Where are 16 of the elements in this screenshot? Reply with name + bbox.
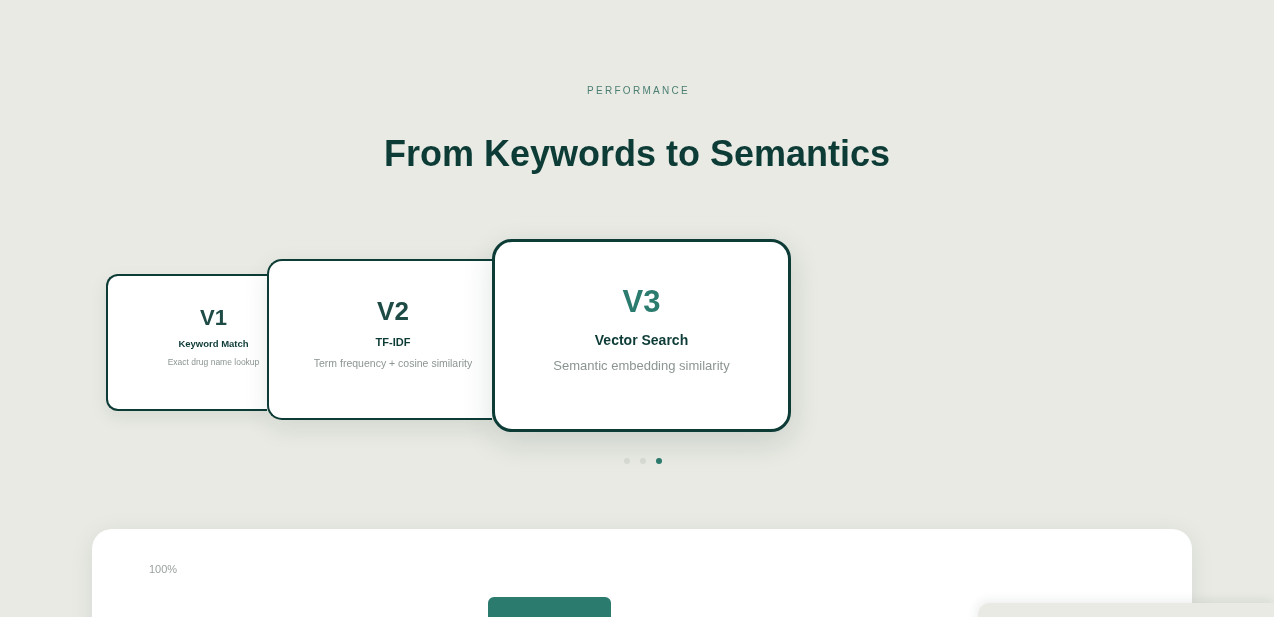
- card-title: TF-IDF: [375, 334, 411, 349]
- card-description: Semantic embedding similarity: [553, 357, 730, 374]
- version-card[interactable]: V3 Vector Search Semantic embedding similarity: [492, 239, 791, 432]
- carousel-dot[interactable]: [655, 458, 662, 464]
- version-card[interactable]: V1 Keyword Match Exact drug name lookup: [106, 274, 267, 411]
- section-eyebrow: PERFORMANCE: [585, 84, 691, 98]
- version-label: V1: [200, 305, 227, 330]
- version-label: V2: [377, 295, 409, 326]
- card-description: Exact drug name lookup: [167, 357, 260, 368]
- card-description: Term frequency + cosine similarity: [313, 356, 473, 370]
- version-label: V3: [622, 283, 661, 320]
- version-card[interactable]: V2 TF-IDF Term frequency + cosine similarity: [267, 259, 492, 420]
- card-title: Keyword Match: [178, 338, 249, 350]
- section-title: From Keywords to Semantics: [383, 133, 891, 175]
- card-title: Vector Search: [594, 330, 689, 349]
- axis-label: 100%: [149, 563, 178, 575]
